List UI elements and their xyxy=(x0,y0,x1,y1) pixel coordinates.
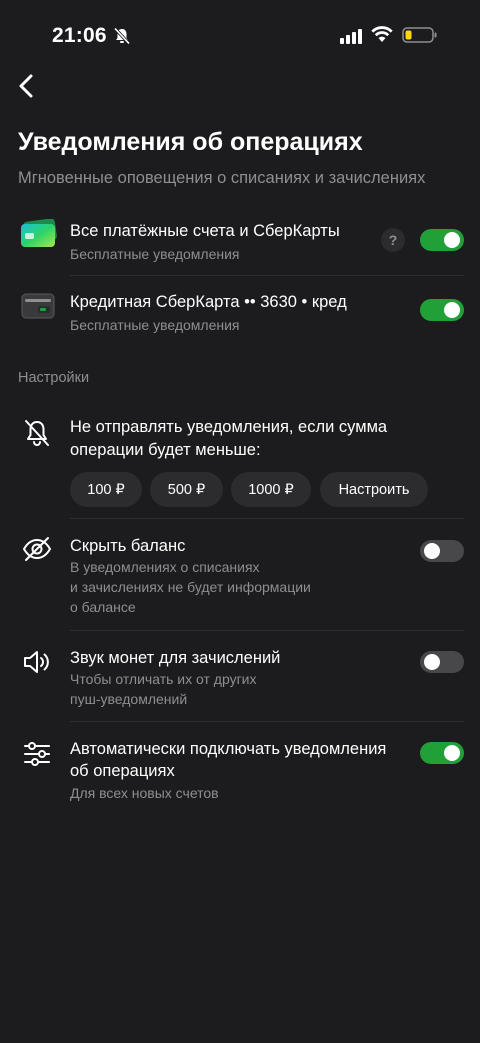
hide-balance-toggle[interactable] xyxy=(420,540,464,562)
coin-sound-subtitle-line2: пуш-уведомлений xyxy=(70,691,188,707)
auto-connect-toggle[interactable] xyxy=(420,742,464,764)
account-title: Все платёжные счета и СберКарты xyxy=(70,222,340,240)
hide-balance-subtitle-line3: о балансе xyxy=(70,599,136,615)
chip-500[interactable]: 500 ₽ xyxy=(150,472,223,507)
bell-slash-icon xyxy=(25,420,49,446)
toggle-knob xyxy=(444,745,460,761)
sliders-icon xyxy=(24,742,50,766)
auto-connect-title-line2: об операциях xyxy=(70,762,175,780)
question-icon: ? xyxy=(388,232,398,248)
hide-balance-subtitle-line1: В уведомлениях о списаниях xyxy=(70,559,260,575)
back-button[interactable] xyxy=(10,70,42,102)
signal-icon xyxy=(340,29,362,44)
chevron-left-icon xyxy=(19,74,33,98)
toggle-knob xyxy=(424,654,440,670)
divider xyxy=(70,275,464,276)
divider xyxy=(70,721,464,722)
bell-off-icon xyxy=(113,27,131,45)
chip-customize[interactable]: Настроить xyxy=(320,472,428,507)
account-toggle[interactable] xyxy=(420,299,464,321)
chip-1000[interactable]: 1000 ₽ xyxy=(231,472,311,507)
status-time: 21:06 xyxy=(52,24,107,47)
eye-off-icon xyxy=(23,537,51,561)
divider xyxy=(70,630,464,631)
account-toggle[interactable] xyxy=(420,229,464,251)
min-amount-title-line2: операции будет меньше: xyxy=(70,441,261,459)
account-subtitle: Бесплатные уведомления xyxy=(70,317,240,333)
divider xyxy=(70,518,464,519)
account-subtitle: Бесплатные уведомления xyxy=(70,246,240,262)
hide-balance-title: Скрыть баланс xyxy=(70,537,186,555)
coin-sound-toggle[interactable] xyxy=(420,651,464,673)
toggle-knob xyxy=(444,302,460,318)
battery-icon xyxy=(402,27,437,43)
wifi-icon xyxy=(371,26,393,42)
green-card-icon xyxy=(21,219,57,247)
coin-sound-subtitle-line1: Чтобы отличать их от других xyxy=(70,671,257,687)
min-amount-title-line1: Не отправлять уведомления, если сумма xyxy=(70,418,388,436)
toggle-knob xyxy=(424,543,440,559)
speaker-icon xyxy=(24,651,49,673)
account-title: Кредитная СберКарта •• 3630 • кред xyxy=(70,293,347,311)
auto-connect-subtitle: Для всех новых счетов xyxy=(70,785,219,801)
section-label-settings: Настройки xyxy=(18,370,90,386)
page-title: Уведомления об операциях xyxy=(18,128,363,156)
help-button[interactable]: ? xyxy=(381,228,405,252)
coin-sound-title: Звук монет для зачислений xyxy=(70,649,281,667)
toggle-knob xyxy=(444,232,460,248)
dark-card-icon xyxy=(21,293,55,319)
auto-connect-title-line1: Автоматически подключать уведомления xyxy=(70,740,387,758)
chip-100[interactable]: 100 ₽ xyxy=(70,472,142,507)
status-bar: 21:06 xyxy=(0,0,480,70)
page-subtitle: Мгновенные оповещения о списаниях и зачи… xyxy=(18,169,426,187)
hide-balance-subtitle-line2: и зачислениях не будет информации xyxy=(70,579,311,595)
